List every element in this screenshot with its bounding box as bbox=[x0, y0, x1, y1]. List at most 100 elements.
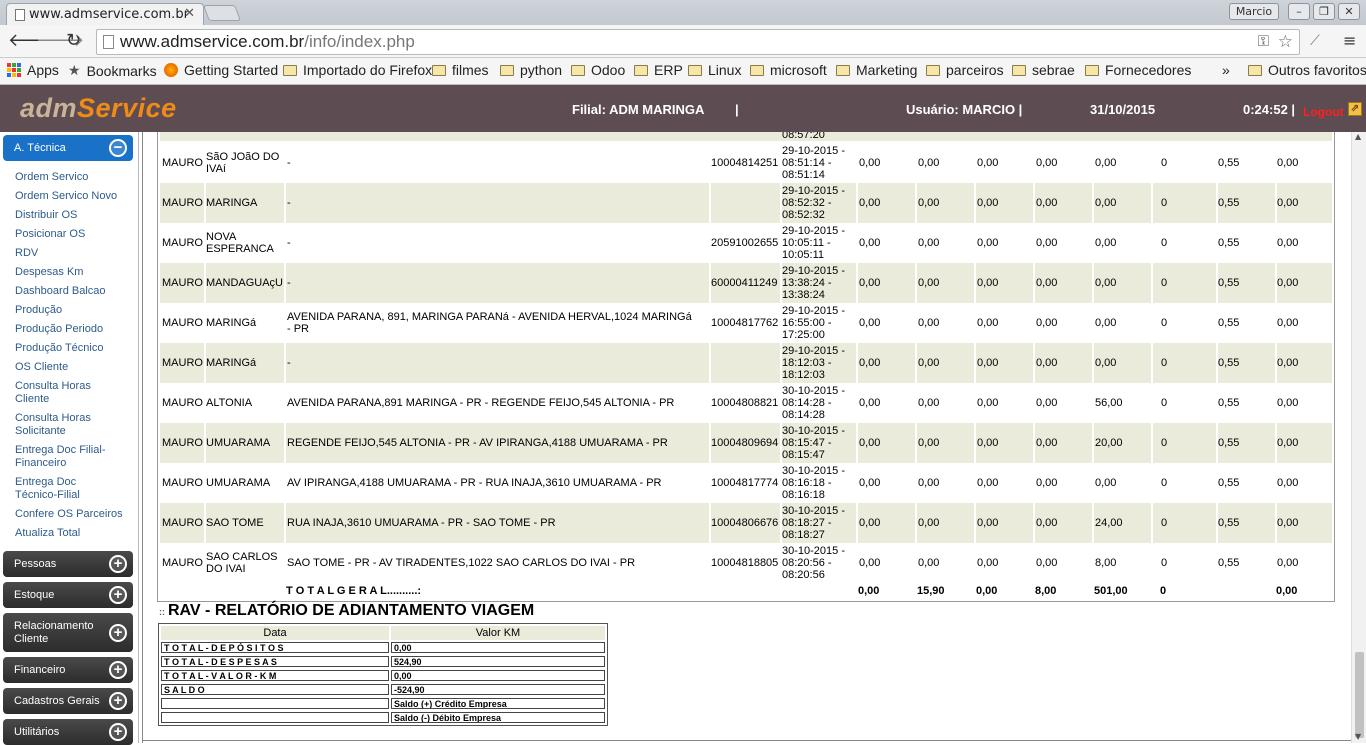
section-tecnica[interactable]: A. Técnica − bbox=[3, 135, 133, 161]
column-divider bbox=[1151, 263, 1153, 303]
row-v5: 56,00 bbox=[1095, 397, 1123, 409]
bookmark-folder[interactable]: Linux bbox=[688, 62, 741, 78]
sidebar-item-entrega-doc-filial[interactable]: Entrega Doc Filial-Financeiro bbox=[15, 444, 115, 470]
sidebar-item-dashboard-balcao[interactable]: Dashboard Balcao bbox=[15, 285, 130, 298]
bookmarks-overflow-button[interactable]: » bbox=[1222, 62, 1230, 78]
expand-icon[interactable]: + bbox=[109, 555, 127, 573]
row-endereco: - bbox=[287, 357, 291, 369]
row-v2: 0,00 bbox=[918, 517, 940, 529]
sidebar-item-posicionar-os[interactable]: Posicionar OS bbox=[15, 228, 130, 241]
close-window-icon[interactable]: ✕ bbox=[1338, 3, 1360, 20]
sidebar-item-despesas-km[interactable]: Despesas Km bbox=[15, 266, 130, 279]
row-v1: 0,00 bbox=[859, 397, 881, 409]
column-divider bbox=[974, 423, 976, 463]
bookmark-apps[interactable]: Apps bbox=[7, 62, 59, 78]
sidebar-item-ordem-servico[interactable]: Ordem Servico bbox=[15, 171, 130, 184]
row-date: 29-10-2015 - 16:55:00 - 17:25:00 bbox=[782, 305, 845, 341]
expand-icon[interactable]: + bbox=[109, 692, 127, 710]
column-divider bbox=[780, 183, 782, 223]
column-divider bbox=[915, 343, 917, 383]
sidebar-item-producao[interactable]: Produção bbox=[15, 304, 130, 317]
row-v1: 0,00 bbox=[859, 557, 881, 569]
row-date: 29-10-2015 - 08:52:32 - 08:52:32 bbox=[782, 185, 845, 221]
row-v5: 20,00 bbox=[1095, 437, 1123, 449]
firefox-icon bbox=[164, 63, 178, 77]
section-financeiro[interactable]: Financeiro + bbox=[3, 657, 133, 683]
menu-icon[interactable]: ≡ bbox=[1343, 31, 1356, 51]
profile-button[interactable]: Marcio bbox=[1229, 3, 1279, 20]
sidebar-item-consulta-horas-solicitante[interactable]: Consulta Horas Solicitante bbox=[15, 412, 110, 438]
restore-icon[interactable]: ❐ bbox=[1313, 3, 1335, 20]
minimize-icon[interactable]: – bbox=[1288, 3, 1310, 20]
browser-tab[interactable]: www.admservice.com.br ✕ bbox=[6, 3, 204, 25]
rav-title: :: RAV - RELATÓRIO DE ADIANTAMENTO VIAGEM bbox=[159, 602, 534, 620]
key-icon[interactable]: ⚿ bbox=[1258, 30, 1269, 54]
tab-title: www.admservice.com.br bbox=[29, 7, 189, 22]
row-date: 30-10-2015 - 08:20:56 - 08:20:56 bbox=[782, 545, 845, 581]
scrollbar-thumb[interactable] bbox=[1355, 652, 1364, 738]
expand-icon[interactable]: + bbox=[109, 623, 127, 642]
expand-icon[interactable]: + bbox=[109, 723, 127, 741]
section-estoque[interactable]: Estoque + bbox=[3, 582, 133, 608]
scroll-up-icon[interactable]: ▲ bbox=[1355, 132, 1361, 141]
rav-row-label bbox=[161, 712, 389, 723]
sidebar-item-atualiza-total[interactable]: Atualiza Total bbox=[15, 527, 130, 540]
star-icon[interactable]: ☆ bbox=[1278, 30, 1293, 54]
row-v4: 0,00 bbox=[1036, 557, 1058, 569]
section-pessoas[interactable]: Pessoas + bbox=[3, 551, 133, 577]
row-v6: 0 bbox=[1161, 437, 1168, 449]
new-tab-button[interactable] bbox=[203, 5, 241, 21]
bookmark-folder[interactable]: Fornecedores bbox=[1085, 62, 1191, 78]
sidebar-item-producao-periodo[interactable]: Produção Periodo bbox=[15, 323, 130, 336]
sidebar-item-rdv[interactable]: RDV bbox=[15, 247, 130, 260]
extension-icon[interactable]: ⟋ bbox=[1310, 31, 1320, 51]
bookmark-folder[interactable]: microsoft bbox=[750, 62, 827, 78]
row-date: 30-10-2015 - 08:18:27 - 08:18:27 bbox=[782, 505, 845, 541]
sidebar-item-ordem-servico-novo[interactable]: Ordem Servico Novo bbox=[15, 190, 130, 203]
bookmark-folder[interactable]: Marketing bbox=[836, 62, 917, 78]
section-relacionamento-cliente[interactable]: Relacionamento Cliente + bbox=[3, 613, 133, 652]
close-tab-icon[interactable]: ✕ bbox=[184, 6, 195, 21]
sidebar-item-producao-tecnico[interactable]: Produção Técnico bbox=[15, 342, 130, 355]
bookmark-getting-started[interactable]: Getting Started bbox=[164, 62, 278, 78]
address-bar[interactable]: www.admservice.com.br/info/index.php ⚿ ☆ bbox=[96, 29, 1300, 55]
section-utilitarios[interactable]: Utilitários + bbox=[3, 719, 133, 745]
other-bookmarks[interactable]: Outros favoritos bbox=[1248, 62, 1366, 78]
sidebar-item-entrega-doc-tecnico[interactable]: Entrega Doc Técnico-Filial bbox=[15, 476, 120, 502]
bookmark-folder[interactable]: Importado do Firefox bbox=[283, 62, 432, 78]
reload-icon[interactable]: ↻ bbox=[66, 31, 81, 51]
sidebar-item-confere-os-parceiros[interactable]: Confere OS Parceiros bbox=[15, 508, 130, 521]
logout-link[interactable]: Logout bbox=[1303, 105, 1344, 119]
logout-icon[interactable]: ⇗ bbox=[1348, 102, 1362, 116]
scrollbar[interactable]: ▲ ▼ bbox=[1351, 132, 1366, 743]
bookmark-label: Apps bbox=[27, 62, 59, 78]
column-divider bbox=[204, 183, 206, 223]
column-divider bbox=[1216, 223, 1218, 263]
bookmark-folder[interactable]: Odoo bbox=[571, 62, 625, 78]
scroll-down-icon[interactable]: ▼ bbox=[1355, 732, 1361, 741]
row-v4: 0,00 bbox=[1036, 317, 1058, 329]
row-v3: 0,00 bbox=[977, 397, 999, 409]
bookmark-bookmarks[interactable]: ★ Bookmarks bbox=[68, 62, 157, 79]
bookmark-folder[interactable]: sebrae bbox=[1012, 62, 1075, 78]
bookmark-folder[interactable]: ERP bbox=[634, 62, 683, 78]
column-divider bbox=[780, 503, 782, 543]
row-v3: 0,00 bbox=[977, 157, 999, 169]
bookmark-folder[interactable]: parceiros bbox=[926, 62, 1004, 78]
column-divider bbox=[780, 543, 782, 583]
sidebar-item-consulta-horas-cliente[interactable]: Consulta Horas Cliente bbox=[15, 380, 110, 406]
section-cadastros-gerais[interactable]: Cadastros Gerais + bbox=[3, 688, 133, 714]
bookmark-folder[interactable]: python bbox=[500, 62, 562, 78]
column-divider bbox=[1151, 143, 1153, 183]
expand-icon[interactable]: + bbox=[109, 586, 127, 604]
bookmark-folder[interactable]: filmes bbox=[432, 62, 489, 78]
totals-label: T O T A L G E R A L..........: bbox=[286, 585, 422, 597]
row-v4: 0,00 bbox=[1036, 517, 1058, 529]
collapse-icon[interactable]: − bbox=[109, 139, 127, 157]
sidebar-item-os-cliente[interactable]: OS Cliente bbox=[15, 361, 130, 374]
column-divider bbox=[1151, 183, 1153, 223]
column-divider bbox=[1092, 423, 1094, 463]
row-cidade: SAO CARLOS DO IVAI bbox=[206, 551, 278, 575]
expand-icon[interactable]: + bbox=[109, 661, 127, 679]
sidebar-item-distribuir-os[interactable]: Distribuir OS bbox=[15, 209, 130, 222]
